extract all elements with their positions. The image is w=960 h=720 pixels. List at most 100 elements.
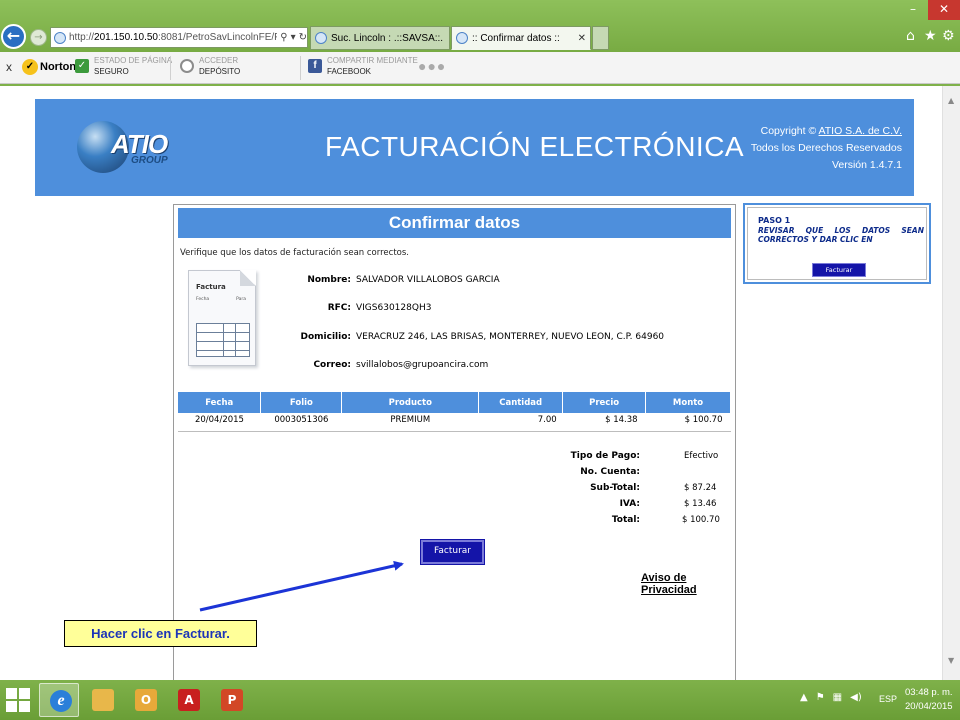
input-language[interactable]: ESP	[879, 694, 897, 704]
taskbar-file-explorer[interactable]	[82, 683, 122, 717]
close-tab-icon[interactable]: ✕	[578, 33, 586, 44]
url-path: :8081/PetroSavLincolnFE/FEConfin	[157, 32, 278, 43]
callout-text: Hacer clic en Facturar.	[91, 626, 230, 641]
logo-subtitle: GROUP	[131, 155, 168, 166]
address-url[interactable]: http://201.150.10.50:8081/PetroSavLincol…	[69, 32, 277, 43]
norton-toolbar: x ✓ Norton ✓ ESTADO DE PÁGINA SEGURO ACC…	[0, 52, 960, 84]
cell-folio: 0003051306	[274, 415, 329, 425]
url-scheme: http://	[69, 32, 95, 43]
page-fold	[240, 270, 256, 286]
correo-value: svillalobos@grupoancira.com	[356, 360, 489, 370]
share-facebook-button[interactable]: f COMPARTIR MEDIANTE FACEBOOK	[308, 55, 418, 77]
facturar-button[interactable]: Facturar	[420, 539, 485, 565]
copyright-prefix: Copyright ©	[760, 125, 819, 137]
clock-date: 20/04/2015	[905, 701, 953, 712]
total-label-text: Total:	[611, 515, 640, 525]
volume-icon[interactable]: ◀)	[850, 692, 862, 703]
toolbar-divider	[170, 56, 171, 80]
privacy-notice-link[interactable]: Aviso de Privacidad	[641, 572, 735, 596]
magnifier-icon[interactable]: ⚲	[280, 32, 287, 43]
header-banner: ATIO GROUP FACTURACIÓN ELECTRÓNICA Copyr…	[35, 99, 914, 196]
header-producto: Producto	[341, 392, 480, 413]
action-center-flag-icon[interactable]: ⚑	[816, 692, 825, 703]
vault-value: DEPÓSITO	[199, 67, 241, 76]
close-window-button[interactable]: ✕	[928, 0, 960, 20]
gear-icon[interactable]: ⚙	[942, 28, 955, 44]
network-icon[interactable]: ▦	[833, 692, 842, 703]
field-domicilio: Domicilio: VERACRUZ 246, LAS BRISAS, MON…	[264, 330, 665, 344]
iva-label-text: IVA:	[619, 499, 640, 509]
internet-explorer-icon: e	[50, 690, 72, 712]
field-nombre: Nombre: SALVADOR VILLALOBOS GARCIA	[264, 273, 500, 287]
iva-label: IVA:	[504, 497, 640, 511]
invoice-illustration: Factura Fecha Para	[188, 270, 258, 368]
cell-producto: PREMIUM	[390, 415, 431, 425]
field-correo: Correo: svillalobos@grupoancira.com	[264, 358, 488, 372]
cuenta-value	[684, 465, 734, 479]
illustration-grid	[196, 323, 250, 357]
windows-logo-pane	[6, 701, 17, 712]
taskbar-outlook[interactable]: O	[125, 683, 165, 717]
rfc-label: RFC:	[327, 303, 351, 313]
vault-icon	[180, 59, 194, 73]
home-icon[interactable]: ⌂	[906, 28, 915, 44]
tab-confirmar-datos[interactable]: :: Confirmar datos :: ✕	[451, 26, 591, 50]
powerpoint-icon: P	[221, 689, 243, 711]
system-tray: ▲ ⚑ ▦ ◀)	[800, 692, 862, 703]
copyright-block: Copyright © ATIO S.A. de C.V. Todos los …	[751, 123, 902, 174]
taskbar-internet-explorer[interactable]: e	[39, 683, 79, 717]
back-button[interactable]: ←	[1, 24, 26, 49]
ie-page-icon	[456, 32, 468, 44]
more-options-icon[interactable]: ●●●	[418, 58, 446, 74]
address-bar[interactable]: http://201.150.10.50:8081/PetroSavLincol…	[50, 27, 308, 48]
close-toolbar-icon[interactable]: x	[6, 60, 12, 74]
favorites-star-icon[interactable]: ★	[924, 28, 937, 44]
cell-cantidad: 7.00	[537, 415, 557, 425]
subtotal-value: $ 87.24	[684, 483, 717, 493]
header-fecha: Fecha	[178, 392, 262, 413]
tipo-pago-label-text: Tipo de Pago:	[570, 451, 640, 461]
refresh-icon[interactable]: ↻	[299, 32, 307, 43]
folder-icon	[92, 689, 114, 711]
share-caption: COMPARTIR MEDIANTE	[327, 56, 418, 65]
header-folio: Folio	[260, 392, 343, 413]
forward-button[interactable]: →	[30, 29, 47, 46]
taskbar-powerpoint[interactable]: P	[211, 683, 251, 717]
cell-monto: $ 100.70	[684, 415, 723, 425]
cell-precio: $ 14.38	[605, 415, 638, 425]
outlook-icon: O	[135, 689, 157, 711]
scroll-down-icon[interactable]: ▼	[948, 656, 954, 665]
vault-access-button[interactable]: ACCEDER DEPÓSITO	[180, 55, 240, 77]
show-hidden-icons-icon[interactable]: ▲	[800, 692, 808, 703]
step-label: PASO 1	[758, 216, 791, 225]
step-panel: PASO 1 REVISAR QUE LOS DATOS SEAN CORREC…	[743, 203, 931, 284]
windows-start-button[interactable]	[6, 688, 30, 712]
minimize-button[interactable]: –	[902, 0, 924, 20]
iva-value: $ 13.46	[684, 499, 717, 509]
windows-logo-pane	[19, 701, 30, 712]
illustration-col1: Fecha	[196, 297, 210, 302]
tipo-pago-value: Efectivo	[684, 451, 719, 461]
taskbar: e O A P ▲ ⚑ ▦ ◀) ESP 03:48 p. m. 20/04/2…	[0, 680, 960, 720]
tab-label: :: Confirmar datos ::	[472, 32, 560, 44]
dropdown-icon[interactable]: ▾	[291, 32, 296, 43]
scroll-up-icon[interactable]: ▲	[948, 96, 954, 105]
nombre-value: SALVADOR VILLALOBOS GARCIA	[356, 275, 500, 285]
pdf-icon: A	[178, 689, 200, 711]
step-facturar-button[interactable]: Facturar	[812, 263, 866, 277]
page-status-button[interactable]: ✓ ESTADO DE PÁGINA SEGURO	[75, 55, 172, 77]
vertical-scrollbar[interactable]: ▲ ▼	[942, 86, 960, 680]
tab-suc-lincoln[interactable]: Suc. Lincoln : .::SAVSA::.	[310, 26, 450, 50]
cuenta-label-text: No. Cuenta:	[580, 467, 640, 477]
rfc-value: VIGS630128QH3	[356, 303, 432, 313]
norton-logo[interactable]: ✓ Norton	[22, 57, 76, 77]
illustration-headers: Fecha Para	[196, 297, 246, 302]
subtotal-label-text: Sub-Total:	[590, 483, 640, 493]
site-favicon-icon	[315, 32, 327, 44]
step-panel-inner: PASO 1 REVISAR QUE LOS DATOS SEAN CORREC…	[747, 207, 927, 280]
tipo-pago-label: Tipo de Pago:	[504, 449, 640, 463]
new-tab-button[interactable]	[592, 26, 609, 50]
taskbar-acrobat[interactable]: A	[168, 683, 208, 717]
system-clock[interactable]: 03:48 p. m. 20/04/2015	[905, 686, 953, 714]
company-link[interactable]: ATIO S.A. de C.V.	[819, 125, 902, 137]
